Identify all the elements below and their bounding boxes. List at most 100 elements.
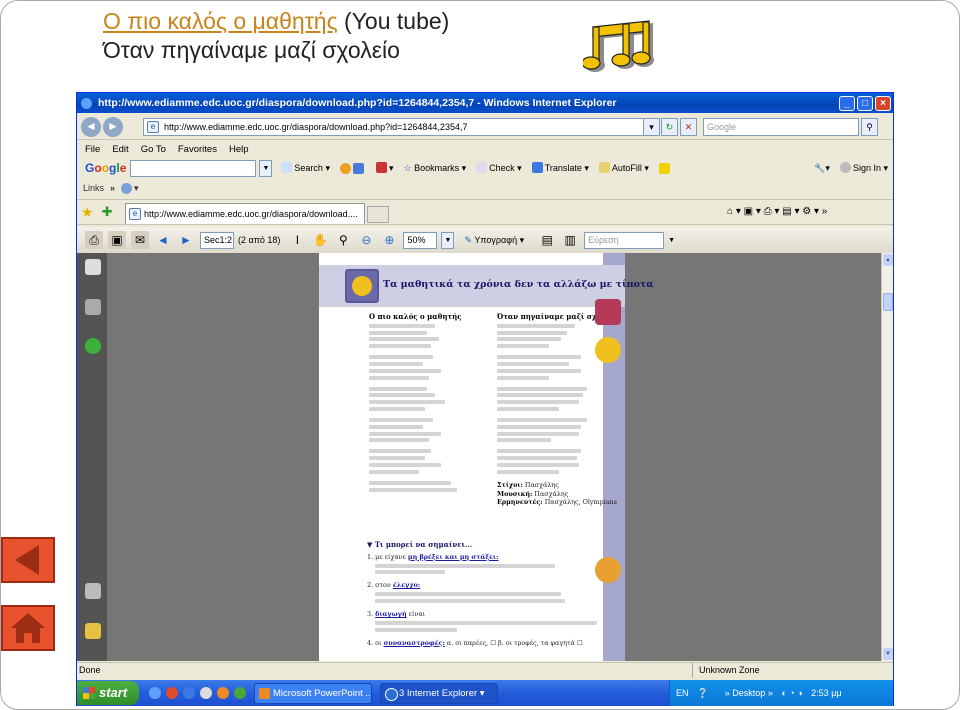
scroll-thumb[interactable] — [883, 293, 893, 311]
attachment-icon[interactable] — [85, 583, 101, 599]
save-icon[interactable]: ▣ — [108, 231, 126, 249]
add-favorite-icon[interactable]: ✚ — [102, 204, 113, 220]
language-indicator[interactable]: EN — [676, 688, 689, 698]
bookmarks-panel-icon[interactable] — [85, 299, 101, 315]
task-internet-explorer[interactable]: 3 Internet Explorer ▾ — [380, 682, 498, 704]
menu-favorites[interactable]: Favorites — [172, 144, 223, 155]
pages-icon[interactable] — [85, 259, 101, 275]
google-icons[interactable] — [339, 162, 366, 174]
help-icon[interactable] — [85, 338, 101, 354]
zoom-in-icon[interactable]: ⊕ — [380, 231, 398, 249]
close-button[interactable]: × — [875, 95, 891, 111]
quicklaunch-media-icon[interactable] — [183, 687, 195, 699]
browser-tab[interactable]: e http://www.ediamme.edc.uoc.gr/diaspora… — [125, 203, 365, 224]
window-titlebar[interactable]: http://www.ediamme.edc.uoc.gr/diaspora/d… — [77, 93, 893, 113]
left-arrow-icon — [15, 545, 39, 575]
comments-icon[interactable] — [85, 623, 101, 639]
stop-icon[interactable]: ✕ — [680, 118, 697, 136]
spellcheck-button[interactable]: Check ▾ — [476, 162, 522, 174]
find-dropdown[interactable]: ▼ — [668, 237, 675, 244]
quicklaunch-ie-icon[interactable] — [149, 687, 161, 699]
maximize-button[interactable]: □ — [857, 95, 873, 111]
desktop-toolbar[interactable]: » Desktop » — [725, 688, 773, 698]
search-icon — [281, 162, 293, 173]
google-toolbar: Google ▼ Search ▾ ▾ ☆ Bookmarks ▾ Check … — [77, 157, 893, 179]
previous-slide-button[interactable] — [1, 537, 55, 583]
new-tab-button[interactable] — [367, 206, 389, 223]
pagerank-icon — [339, 162, 351, 174]
help-tray-icon[interactable]: ❔ — [697, 688, 708, 698]
prev-page-icon[interactable]: ◄ — [154, 231, 172, 249]
fit-page-icon[interactable]: ▤ — [538, 231, 556, 249]
vertical-scrollbar[interactable]: ▲ ▼ — [881, 253, 893, 661]
menu-goto[interactable]: Go To — [135, 144, 172, 155]
command-bar-icons[interactable]: ⌂ ▾ ▣ ▾ ⎙ ▾ ▤ ▾ ⚙ ▾ » — [727, 206, 827, 217]
start-button[interactable]: start — [77, 681, 139, 705]
autofill-button[interactable]: AutoFill ▾ — [598, 162, 649, 174]
highlight-button[interactable] — [658, 162, 672, 174]
page-number-input[interactable]: Sec1:2 — [200, 231, 234, 249]
sign-button[interactable]: ✎ Υπογραφή ▾ — [464, 235, 524, 246]
quicklaunch-app-icon[interactable] — [234, 687, 246, 699]
credits-lyrics-label: Στίχοι: — [497, 480, 523, 489]
menu-help[interactable]: Help — [223, 144, 255, 155]
bookmarks-button[interactable]: ☆ Bookmarks ▾ — [404, 163, 467, 174]
zoom-tool-icon[interactable]: ⚲ — [334, 231, 352, 249]
google-search-dropdown[interactable]: ▼ — [259, 159, 273, 177]
song2-column: Όταν πηγαίναμε μαζί σχολείο Στίχοι: Πασχ… — [497, 312, 618, 507]
email-icon[interactable]: ✉ — [131, 231, 149, 249]
popup-blocker-button[interactable]: ▾ — [375, 162, 394, 174]
chevron-right-icon[interactable]: » — [110, 183, 115, 193]
credits-performers: Πασχάλης, Olympians — [544, 498, 617, 507]
song-video-link[interactable]: Ο πιο καλός ο μαθητής — [103, 8, 338, 34]
quicklaunch-desktop-icon[interactable] — [200, 687, 212, 699]
sign-in-button[interactable]: Sign In ▾ — [839, 162, 888, 174]
google-search-input[interactable] — [130, 159, 257, 177]
home-button[interactable] — [1, 605, 55, 651]
quicklaunch-opera-icon[interactable] — [166, 687, 178, 699]
menu-edit[interactable]: Edit — [106, 144, 134, 155]
scroll-up-icon[interactable]: ▲ — [883, 254, 893, 266]
google-search-button[interactable]: Search ▾ — [281, 162, 330, 174]
quicklaunch-office-icon[interactable] — [217, 687, 229, 699]
select-text-icon[interactable]: I — [288, 231, 306, 249]
credits: Στίχοι: Πασχάλης Μουσική: Πασχάλης Ερμην… — [497, 480, 617, 507]
slide-title: Ο πιο καλός ο μαθητής (You tube) Όταν πη… — [103, 7, 449, 65]
star-icon: ☆ — [403, 162, 412, 173]
url-input[interactable]: e http://www.ediamme.edc.uoc.gr/diaspora… — [143, 118, 653, 136]
task-powerpoint[interactable]: Microsoft PowerPoint ... — [254, 682, 372, 704]
translate-button[interactable]: Translate ▾ — [531, 162, 589, 174]
hand-tool-icon[interactable]: ✋ — [311, 231, 329, 249]
tab-bar: ★ ✚ e http://www.ediamme.edc.uoc.gr/dias… — [77, 199, 893, 225]
refresh-icon[interactable]: ↻ — [661, 118, 678, 136]
url-dropdown-icon[interactable]: ▾ — [643, 118, 660, 136]
slide-subtitle: Όταν πηγαίναμε μαζί σχολείο — [103, 37, 400, 63]
find-input[interactable]: Εύρεση — [584, 231, 665, 249]
zoom-out-icon[interactable]: ⊖ — [357, 231, 375, 249]
books-icon — [595, 299, 621, 325]
exercise: ▼ Τι μπορεί να σημαίνει... 1. με είχανε … — [367, 540, 607, 647]
search-box[interactable]: Google — [703, 118, 859, 136]
zoom-dropdown[interactable]: ▼ — [441, 231, 455, 249]
pen-icon: ✎ — [464, 234, 472, 245]
banner-title: Τα μαθητικά τα χρόνια δεν τα αλλάζω με τ… — [383, 279, 654, 290]
pdf-viewer: Τα μαθητικά τα χρόνια δεν τα αλλάζω με τ… — [77, 253, 883, 661]
menu-file[interactable]: File — [79, 144, 106, 155]
tray-icons[interactable]: ◐ ◔ ◑ — [781, 688, 802, 698]
exercise-item-1: 1. με είχανε μη βρέξει και μη στάξει: — [367, 552, 499, 561]
fit-width-icon[interactable]: ▥ — [561, 231, 579, 249]
autofill-icon — [598, 162, 610, 173]
zoom-input[interactable]: 50% — [403, 231, 438, 249]
ie-links-icon[interactable] — [121, 182, 133, 194]
print-icon[interactable]: ⎙ — [85, 231, 103, 249]
search-go-icon[interactable]: ⚲ — [861, 118, 878, 136]
favorites-star-icon[interactable]: ★ — [81, 204, 94, 221]
minimize-button[interactable]: _ — [839, 95, 855, 111]
scroll-down-icon[interactable]: ▼ — [883, 648, 893, 660]
forward-arrow-icon[interactable]: ► — [103, 116, 123, 137]
links-label[interactable]: Links — [83, 183, 104, 193]
settings-button[interactable]: 🔧▾ — [814, 163, 830, 174]
back-arrow-icon[interactable]: ◄ — [81, 116, 101, 137]
next-page-icon[interactable]: ► — [177, 231, 195, 249]
spellcheck-icon — [476, 162, 488, 173]
